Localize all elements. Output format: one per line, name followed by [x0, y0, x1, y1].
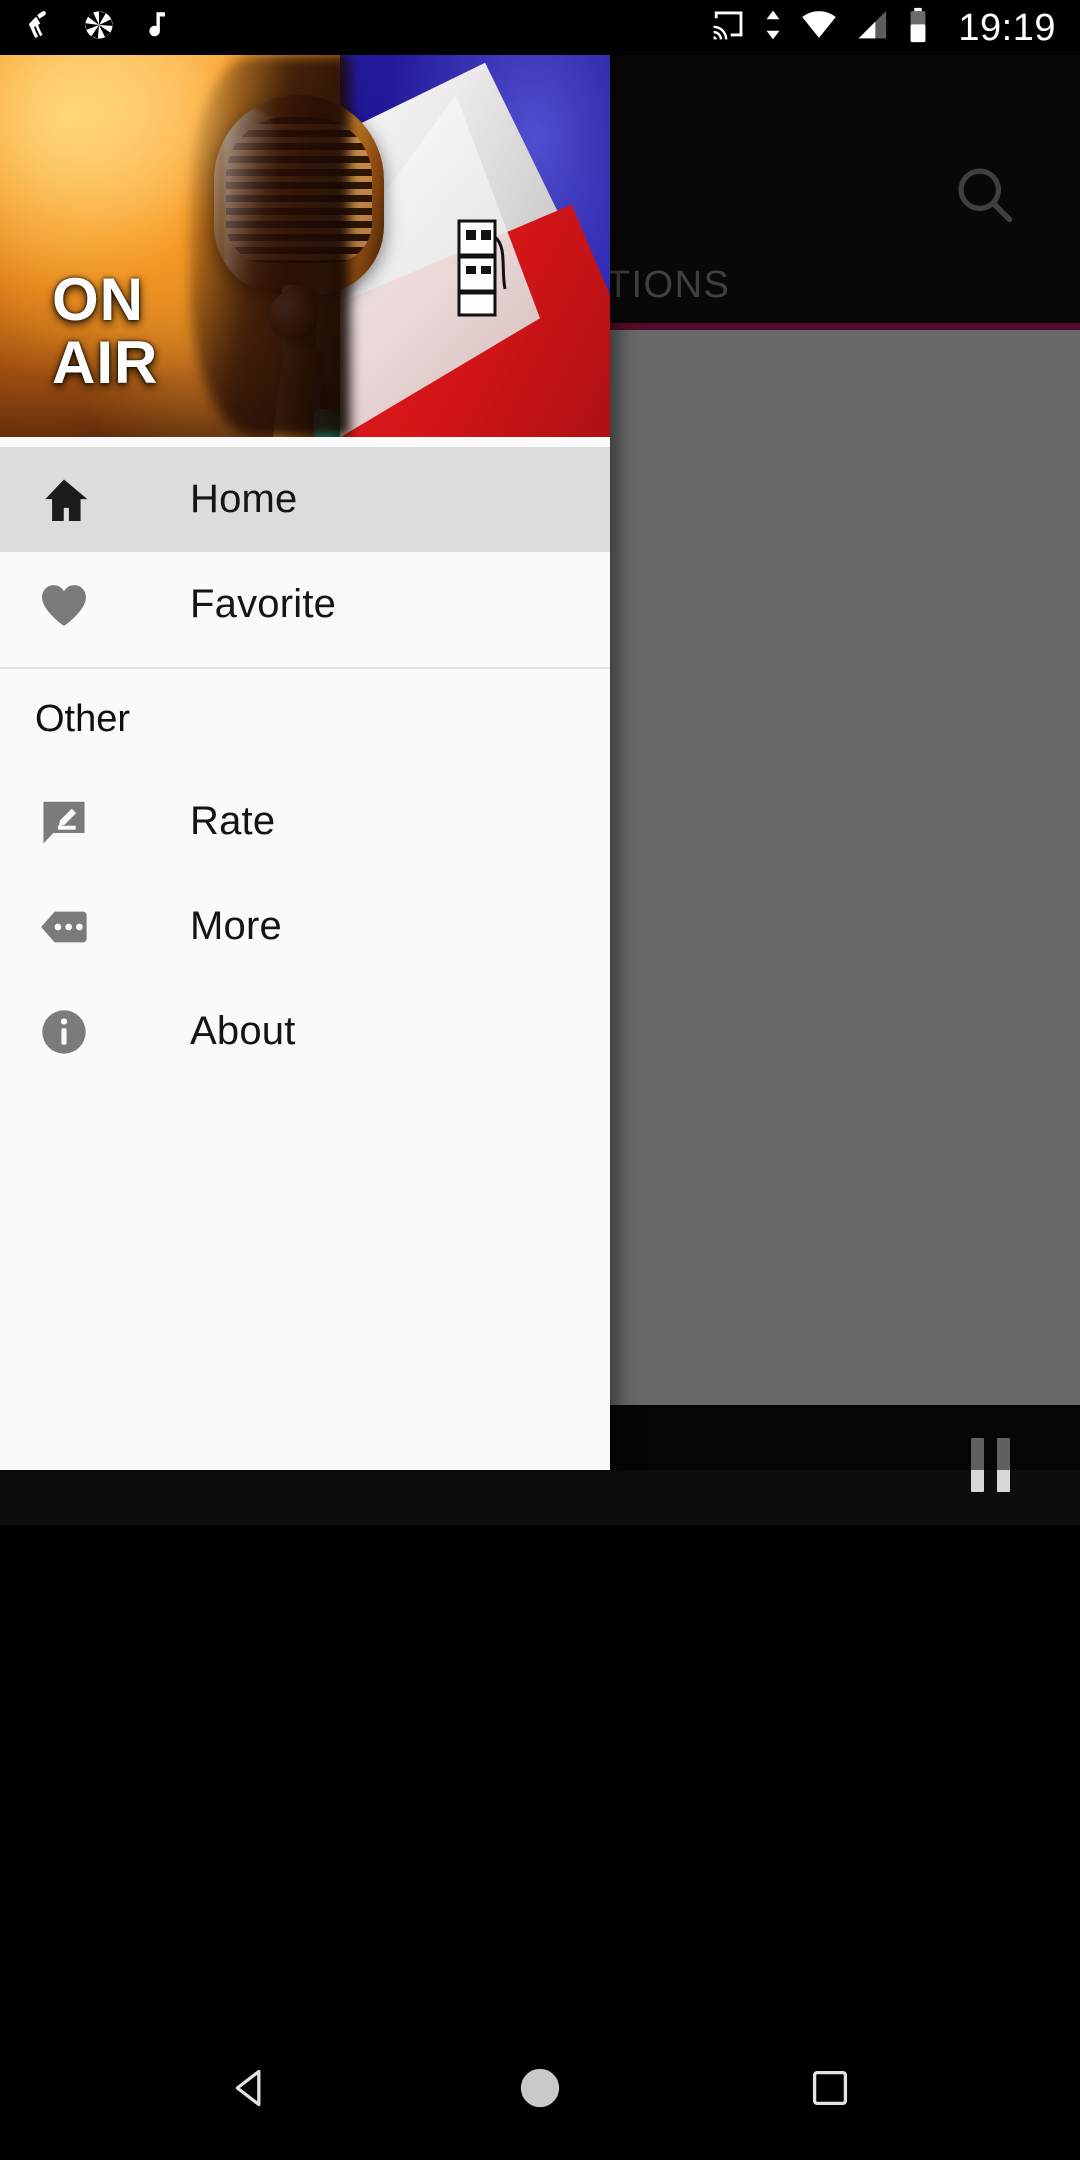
home-icon — [35, 471, 93, 529]
on-air-line1: ON — [52, 265, 144, 333]
menu-top-gap — [0, 437, 610, 447]
sidebar-item-more-label: More — [190, 904, 282, 948]
camera-aperture-icon — [82, 8, 116, 47]
search-icon[interactable] — [950, 160, 1020, 230]
status-bar-notifications — [0, 8, 176, 47]
back-button[interactable] — [205, 2043, 295, 2133]
station-logo-icon — [455, 217, 509, 317]
drawer-menu: Home Favorite Other Rate More About — [0, 437, 610, 1084]
phone-screen: STATIONS ON AIR Home Favorite Other Rate… — [0, 0, 1080, 2160]
drawer-header-artwork: ON AIR — [0, 55, 610, 437]
home-button[interactable] — [495, 2043, 585, 2133]
sidebar-item-home[interactable]: Home — [0, 447, 610, 552]
recents-button[interactable] — [785, 2043, 875, 2133]
status-bar-system-icons: 19:19 — [710, 6, 1080, 49]
pause-bar-right — [996, 1438, 1010, 1492]
rate-review-icon — [35, 793, 93, 851]
music-note-icon — [142, 8, 176, 47]
sidebar-item-about[interactable]: About — [0, 979, 610, 1084]
pause-bar-left — [970, 1438, 984, 1492]
data-transfer-icon — [762, 7, 784, 48]
status-bar-clock: 19:19 — [958, 6, 1056, 49]
sidebar-item-about-label: About — [190, 1009, 296, 1053]
status-bar: 19:19 — [0, 0, 1080, 55]
battery-icon — [906, 6, 930, 49]
cellular-signal-icon — [854, 7, 890, 48]
menu-section-other: Other — [35, 697, 131, 740]
sidebar-item-favorite[interactable]: Favorite — [0, 552, 610, 657]
android-navigation-bar — [0, 2015, 1080, 2160]
sidebar-item-favorite-label: Favorite — [190, 582, 337, 626]
wifi-icon — [800, 7, 838, 48]
pause-icon[interactable] — [952, 1427, 1028, 1503]
sidebar-item-rate-label: Rate — [190, 799, 276, 843]
on-air-line2: AIR — [52, 329, 159, 397]
info-icon — [35, 1003, 93, 1061]
navigation-drawer: ON AIR Home Favorite Other Rate More Abo… — [0, 55, 610, 1470]
sidebar-item-home-label: Home — [190, 477, 298, 521]
more-tag-icon — [35, 898, 93, 956]
sidebar-item-more[interactable]: More — [0, 874, 610, 979]
heart-icon — [35, 576, 93, 634]
menu-gap-before-divider — [0, 657, 610, 667]
cast-icon — [710, 7, 746, 48]
sidebar-item-rate[interactable]: Rate — [0, 769, 610, 874]
mic-shadow — [190, 55, 350, 437]
on-air-label: ON AIR — [52, 268, 158, 395]
cleaner-icon — [22, 8, 56, 47]
